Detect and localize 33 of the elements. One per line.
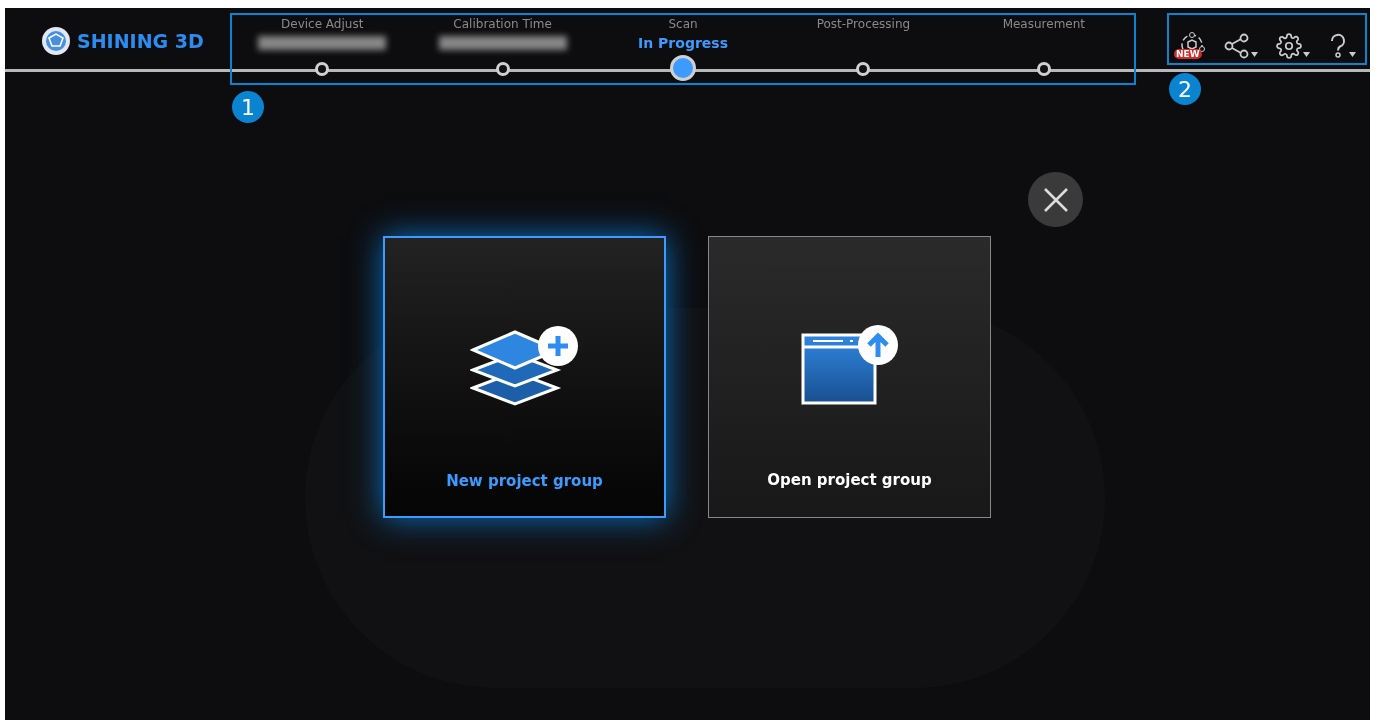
share-button[interactable] [1224, 33, 1258, 59]
step-node[interactable] [856, 62, 871, 76]
step-node[interactable] [315, 62, 330, 76]
callout-number: 1 [232, 91, 264, 123]
step-label: Post-Processing [816, 16, 911, 32]
step-node[interactable] [495, 62, 510, 76]
caret-icon [1251, 52, 1258, 57]
settings-icon [1276, 33, 1302, 59]
share-icon [1224, 33, 1250, 59]
close-icon [1042, 186, 1069, 213]
project-card[interactable]: Open project group [708, 236, 991, 518]
caret-icon [1303, 52, 1310, 57]
card-label: New project group [446, 471, 603, 492]
help-icon [1328, 33, 1348, 59]
close-button[interactable] [1028, 172, 1083, 227]
card-label: Open project group [767, 470, 932, 491]
logo-text: SHINING 3D [77, 28, 204, 54]
step-node[interactable] [1036, 62, 1051, 76]
project-card[interactable]: New project group [383, 236, 666, 518]
step-node[interactable] [670, 55, 696, 81]
step-label: Device Adjust [281, 16, 364, 32]
help-button[interactable] [1328, 33, 1356, 59]
layers-add-icon [469, 324, 580, 406]
globe-logo-icon [41, 26, 71, 56]
step-label: Calibration Time [453, 16, 552, 32]
step-label: Measurement [1002, 16, 1085, 32]
new-badge: NEW [1174, 49, 1202, 59]
callout-number: 2 [1169, 73, 1201, 105]
settings-button[interactable] [1276, 33, 1310, 59]
step-status: In Progress [638, 33, 728, 53]
step-label: Scan [668, 16, 698, 32]
caret-icon [1349, 52, 1356, 57]
window-upload-icon [799, 323, 900, 405]
